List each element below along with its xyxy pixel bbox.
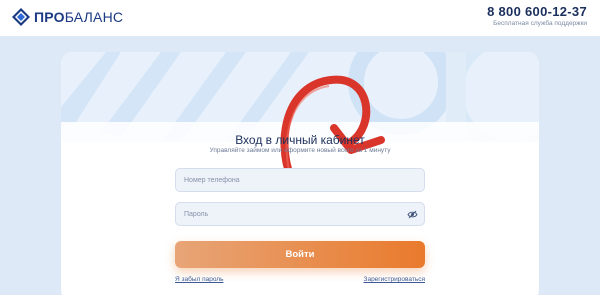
page-subtitle: Управляйте займом или оформите новый все… [209, 147, 391, 154]
login-button[interactable]: Войти [175, 241, 425, 268]
eye-off-icon[interactable] [407, 210, 418, 219]
phone-input[interactable]: Номер телефона [175, 168, 425, 192]
curved-arrow-icon [280, 75, 385, 182]
support-contact: 8 800 600-12-37 Бесплатная служба поддер… [487, 5, 587, 28]
support-phone[interactable]: 8 800 600-12-37 [487, 5, 587, 19]
phone-placeholder: Номер телефона [184, 176, 240, 184]
logo[interactable]: ПРО БАЛАНС [11, 6, 123, 28]
password-placeholder: Пароль [184, 210, 209, 218]
forgot-password-link[interactable]: Я забыл пароль [175, 276, 224, 283]
register-link[interactable]: Зарегистрироваться [364, 276, 425, 283]
login-card: Вход в личный кабинет Управляйте займом … [61, 52, 539, 295]
brand-name-strong: ПРО [34, 9, 65, 25]
diamond-logo-icon [12, 8, 30, 26]
page-title: Вход в личный кабинет [235, 133, 365, 147]
brand-name-rest: БАЛАНС [64, 9, 124, 25]
site-header: ПРО БАЛАНС 8 800 600-12-37 Бесплатная слу… [0, 0, 600, 36]
support-caption: Бесплатная служба поддержки [493, 20, 587, 27]
password-input[interactable]: Пароль [175, 202, 425, 226]
